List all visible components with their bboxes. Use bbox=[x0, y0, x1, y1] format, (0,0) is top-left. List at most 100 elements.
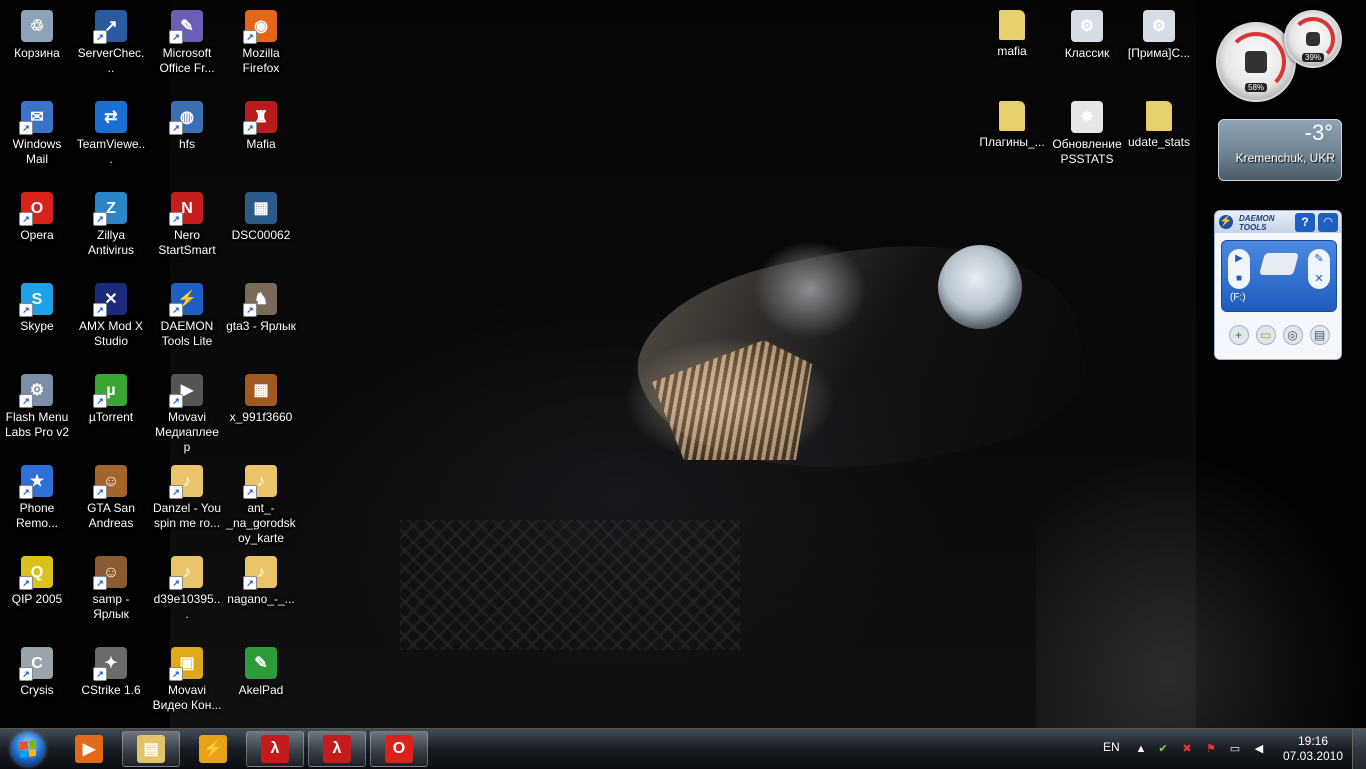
desktop-icon[interactable]: ☺ ↗ samp - Ярлык bbox=[74, 550, 148, 630]
catalog-button[interactable]: ▤ bbox=[1309, 325, 1330, 345]
desktop-icon[interactable]: ♪ ↗ Danzel - You spin me ro... bbox=[150, 459, 224, 539]
desktop-icon-label: samp - Ярлык bbox=[92, 592, 130, 621]
shortcut-arrow-icon: ↗ bbox=[169, 667, 183, 681]
desktop-icon[interactable]: ⚡ ↗ DAEMON Tools Lite bbox=[150, 277, 224, 357]
desktop-icon[interactable]: O ↗ Opera bbox=[0, 186, 74, 266]
desktop-icon-label: Movavi Видео Кон... bbox=[152, 683, 222, 712]
show-desktop-button[interactable] bbox=[1352, 729, 1366, 769]
desktop-icon-label: Корзина bbox=[14, 46, 60, 60]
desktop-icon[interactable]: ▶ ↗ Movavi Медиаплеер bbox=[150, 368, 224, 454]
desktop-icon-label: [Прима]С... bbox=[1127, 46, 1191, 60]
desktop-icon[interactable]: ◉ ↗ Mozilla Firefox bbox=[224, 4, 298, 84]
desktop-icon[interactable]: µ ↗ µTorrent bbox=[74, 368, 148, 448]
network-status-icon[interactable]: ✔ bbox=[1155, 741, 1171, 757]
open-image-button[interactable]: ▭ bbox=[1255, 325, 1276, 345]
desktop-icon[interactable]: udate_stats bbox=[1122, 95, 1196, 175]
desktop-icon[interactable]: mafia bbox=[975, 4, 1049, 84]
desktop-icon[interactable]: ⇄ TeamViewe... bbox=[74, 95, 148, 175]
desktop-icon[interactable]: ↗ ↗ ServerChec... bbox=[74, 4, 148, 84]
shortcut-arrow-icon: ↗ bbox=[169, 121, 183, 135]
desktop-icon[interactable]: ♪ ↗ d39e10395... bbox=[150, 550, 224, 630]
desktop-icon[interactable]: ⚙ [Прима]С... bbox=[1122, 4, 1196, 84]
zillya-icon: Z ↗ bbox=[93, 192, 127, 226]
desktop-icon-label: Обновление PSSTATS bbox=[1052, 137, 1122, 166]
desktop-icon[interactable]: ▦ DSC00062 bbox=[224, 186, 298, 266]
desktop-icon[interactable]: ♪ ↗ ant_-_na_gorodskoy_karte bbox=[224, 459, 298, 545]
desktop-icon[interactable]: ♜ ↗ Mafia bbox=[224, 95, 298, 175]
shortcut-arrow-icon: ↗ bbox=[93, 394, 107, 408]
taskbar-button[interactable]: ▤ bbox=[122, 731, 180, 767]
desktop-icon[interactable]: ✦ ↗ CStrike 1.6 bbox=[74, 641, 148, 721]
shortcut-arrow-icon: ↗ bbox=[93, 30, 107, 44]
cpu-meter-gadget[interactable]: 58% 39% bbox=[1216, 10, 1342, 102]
image-file-icon: ▦ bbox=[245, 374, 277, 406]
desktop-icon[interactable]: ✸ Обновление PSSTATS bbox=[1050, 95, 1124, 175]
mount-play-stop-control[interactable]: ▶ ■ bbox=[1228, 249, 1250, 289]
desktop-icon-label: mafia bbox=[997, 44, 1027, 58]
desktop-icon-label: nagano_-_... bbox=[227, 592, 295, 606]
shortcut-arrow-icon: ↗ bbox=[169, 394, 183, 408]
desktop-icon-label: TeamViewe... bbox=[76, 137, 146, 166]
desktop-icon[interactable]: ⚙ ↗ Flash Menu Labs Pro v2 bbox=[0, 368, 74, 448]
volume-icon[interactable]: ◀ bbox=[1251, 741, 1267, 757]
shortcut-arrow-icon: ↗ bbox=[19, 121, 33, 135]
desktop-icon[interactable]: C ↗ Crysis bbox=[0, 641, 74, 721]
rss-icon[interactable]: ◠ bbox=[1318, 213, 1338, 232]
samp-icon: ☺ ↗ bbox=[93, 556, 127, 590]
desktop-icon[interactable]: ◍ ↗ hfs bbox=[150, 95, 224, 175]
desktop-icon[interactable]: ✎ ↗ Microsoft Office Fr... bbox=[150, 4, 224, 84]
virtual-drive[interactable]: ▶ ■ ✎ ✕ (F:) bbox=[1221, 240, 1337, 312]
desktop-icon[interactable]: ♪ ↗ nagano_-_... bbox=[224, 550, 298, 630]
taskbar-button[interactable]: ⚡ bbox=[184, 731, 242, 767]
help-button[interactable]: ? bbox=[1295, 213, 1315, 232]
desktop-icon-label: Mafia bbox=[246, 137, 276, 151]
desktop-icon-label: Zillya Antivirus bbox=[87, 228, 134, 257]
desktop-icon-label: DAEMON Tools Lite bbox=[160, 319, 214, 348]
desktop-icon[interactable]: ▣ ↗ Movavi Видео Кон... bbox=[150, 641, 224, 721]
weather-gadget[interactable]: -3° Kremenchuk, UKR bbox=[1218, 119, 1342, 181]
crysis-icon: C ↗ bbox=[19, 647, 53, 681]
desktop-icon[interactable]: Плагины_... bbox=[975, 95, 1049, 175]
desktop-icon[interactable]: ▦ x_991f3660 bbox=[224, 368, 298, 448]
desktop-icon[interactable]: ✉ ↗ Windows Mail bbox=[0, 95, 74, 175]
shortcut-arrow-icon: ↗ bbox=[243, 30, 257, 44]
memory-dial: 39% bbox=[1284, 10, 1342, 68]
unmount-button[interactable]: ◎ bbox=[1282, 325, 1303, 345]
add-drive-button[interactable]: + bbox=[1228, 325, 1249, 345]
desktop-icon[interactable]: ☺ ↗ GTA San Andreas bbox=[74, 459, 148, 539]
drive-settings-control[interactable]: ✎ ✕ bbox=[1308, 249, 1330, 289]
shortcut-arrow-icon: ↗ bbox=[93, 667, 107, 681]
desktop-icon[interactable]: ⚙ Классик bbox=[1050, 4, 1124, 84]
taskbar-button[interactable]: λ bbox=[308, 731, 366, 767]
desktop-icon[interactable]: ♲ Корзина bbox=[0, 4, 74, 84]
taskbar-button[interactable]: ▶ bbox=[60, 731, 118, 767]
desktop-icon[interactable]: S ↗ Skype bbox=[0, 277, 74, 357]
shortcut-arrow-icon: ↗ bbox=[169, 303, 183, 317]
start-button[interactable] bbox=[4, 731, 54, 767]
desktop-icon[interactable]: ✎ AkelPad bbox=[224, 641, 298, 721]
taskbar-button[interactable]: O bbox=[370, 731, 428, 767]
desktop-icon[interactable]: ★ ↗ Phone Remo... bbox=[0, 459, 74, 539]
action-center-icon[interactable]: ⚑ bbox=[1203, 741, 1219, 757]
wallpaper-grille bbox=[400, 520, 740, 650]
wallpaper-floor bbox=[1036, 450, 1366, 728]
desktop-icon-label: µTorrent bbox=[88, 410, 134, 424]
gta-sa-icon: ☺ ↗ bbox=[93, 465, 127, 499]
daemon-title-line1: DAEMON bbox=[1239, 214, 1275, 223]
desktop-icon[interactable]: ✕ ↗ AMX Mod X Studio bbox=[74, 277, 148, 357]
desktop-icon[interactable]: ♞ ↗ gta3 - Ярлык bbox=[224, 277, 298, 357]
desktop-icon-label: d39e10395... bbox=[153, 592, 221, 621]
show-hidden-icons-arrow[interactable]: ▲ bbox=[1133, 741, 1149, 757]
language-indicator[interactable]: EN bbox=[1103, 740, 1120, 754]
taskbar-button[interactable]: λ bbox=[246, 731, 304, 767]
desktop-icon[interactable]: N ↗ Nero StartSmart bbox=[150, 186, 224, 266]
desktop-icon[interactable]: Q ↗ QIP 2005 bbox=[0, 550, 74, 630]
drive-disc-icon bbox=[1259, 253, 1299, 275]
system-clock[interactable]: 19:16 07.03.2010 bbox=[1280, 734, 1346, 764]
shortcut-arrow-icon: ↗ bbox=[93, 485, 107, 499]
hfs-icon: ◍ ↗ bbox=[169, 101, 203, 135]
desktop-icon[interactable]: Z ↗ Zillya Antivirus bbox=[74, 186, 148, 266]
no-network-icon[interactable]: ✖ bbox=[1179, 741, 1195, 757]
teamviewer-icon: ⇄ bbox=[95, 101, 127, 133]
monitor-icon[interactable]: ▭ bbox=[1227, 741, 1243, 757]
